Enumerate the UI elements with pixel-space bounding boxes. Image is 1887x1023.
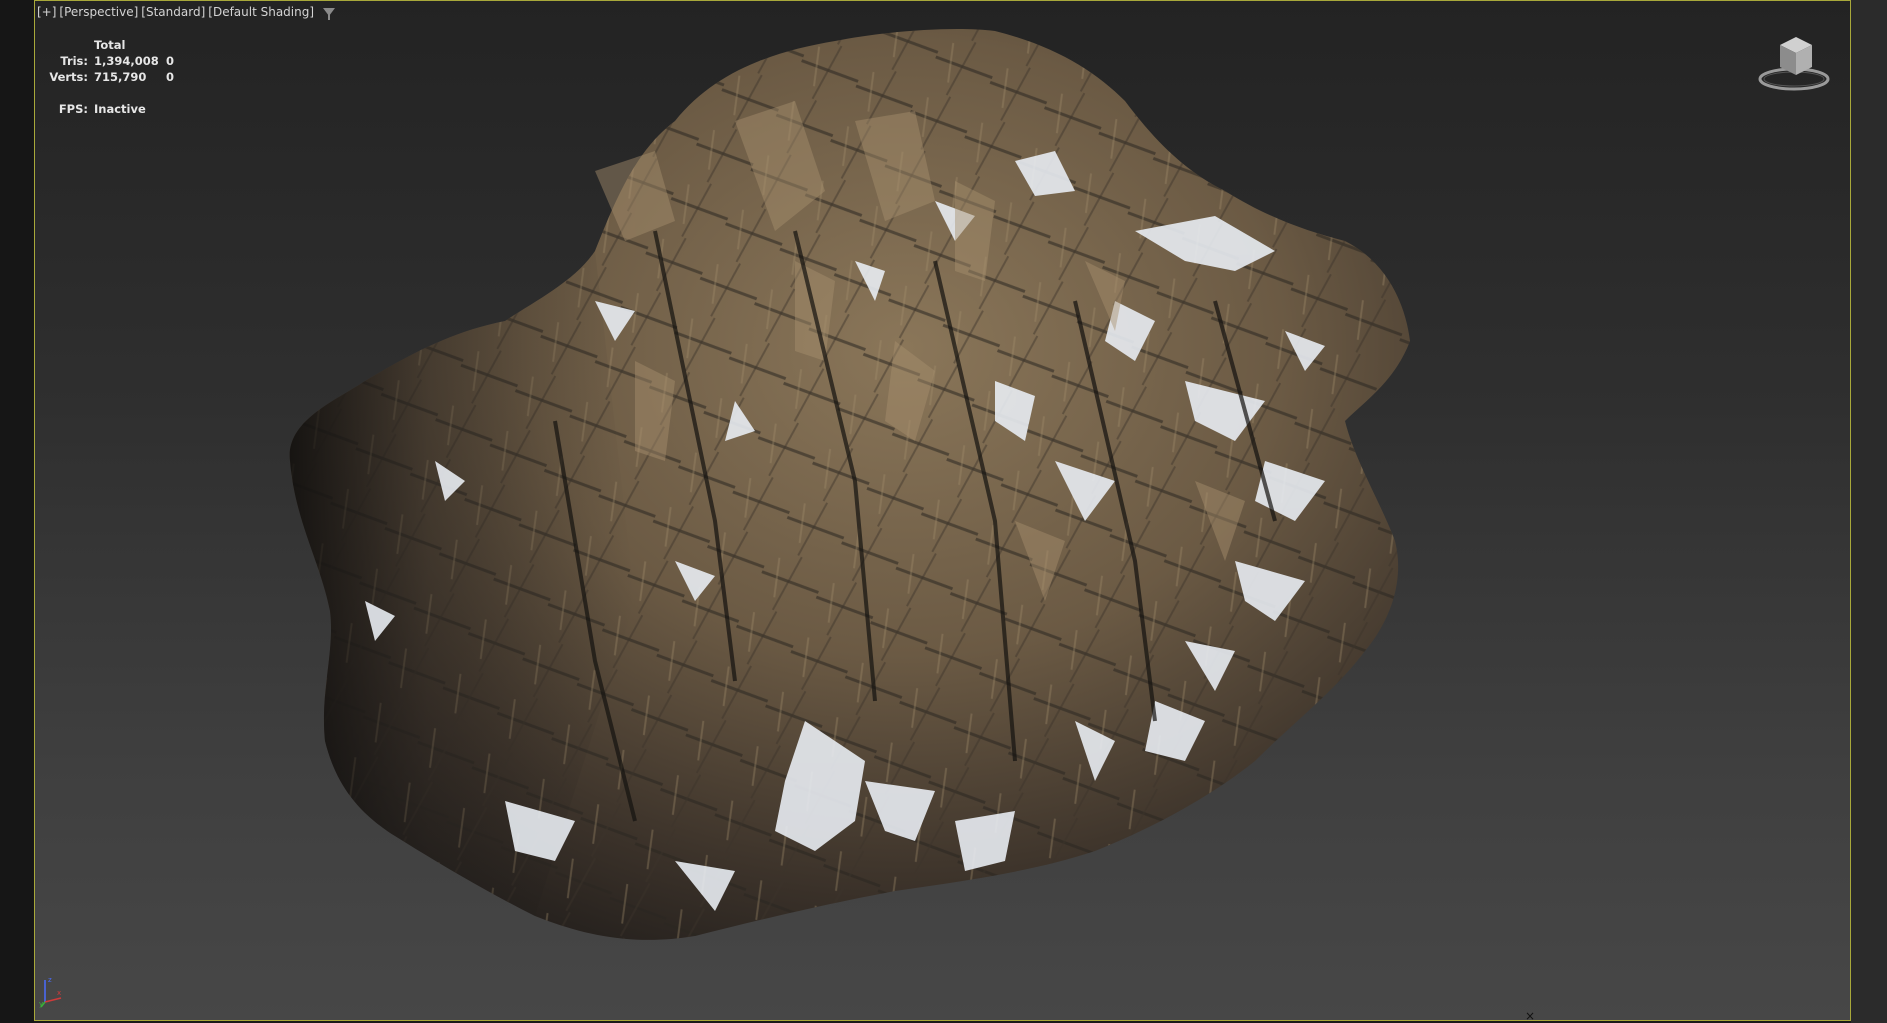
mouse-cursor-icon: × <box>1525 1009 1536 1021</box>
axis-x-label: x <box>57 989 61 997</box>
tris-label: Tris: <box>60 54 88 68</box>
perspective-viewport[interactable]: [+] [Perspective] [Standard] [Default Sh… <box>34 0 1851 1021</box>
stats-fps-row: FPS: Inactive <box>47 101 186 117</box>
stats-tris-row: Tris: 1,394,008 0 <box>47 53 186 69</box>
axis-y-label: y <box>39 1000 43 1008</box>
right-panel-strip <box>1851 0 1887 1023</box>
axis-tripod-icon: z x y <box>39 976 62 1008</box>
left-panel-strip <box>0 0 34 1023</box>
stats-total-header: Total <box>94 38 126 52</box>
rock-mesh-render <box>289 29 1410 940</box>
viewport-plus-menu[interactable]: [+] <box>37 5 56 19</box>
stats-header-row: Total <box>47 37 186 53</box>
verts-total: 715,790 <box>94 70 147 84</box>
viewcube-icon[interactable] <box>1756 31 1832 93</box>
fps-label: FPS: <box>58 102 88 116</box>
filter-icon[interactable] <box>323 8 336 20</box>
stats-verts-row: Verts: 715,790 0 <box>47 69 186 85</box>
verts-selected: 0 <box>166 70 175 84</box>
viewport-view-menu[interactable]: [Perspective] <box>59 5 138 19</box>
viewport-label-menu: [+] [Perspective] [Standard] [Default Sh… <box>37 5 336 20</box>
fps-value: Inactive <box>94 102 146 116</box>
stats-overlay: Total Tris: 1,394,008 0 Verts: 715,790 0… <box>47 37 186 117</box>
verts-label: Verts: <box>49 70 88 84</box>
viewport-standard-menu[interactable]: [Standard] <box>141 5 205 19</box>
tris-selected: 0 <box>166 54 175 68</box>
app-window: [+] [Perspective] [Standard] [Default Sh… <box>0 0 1887 1023</box>
viewport-shading-menu[interactable]: [Default Shading] <box>208 5 314 19</box>
tris-total: 1,394,008 <box>94 54 159 68</box>
axis-z-label: z <box>48 976 52 984</box>
